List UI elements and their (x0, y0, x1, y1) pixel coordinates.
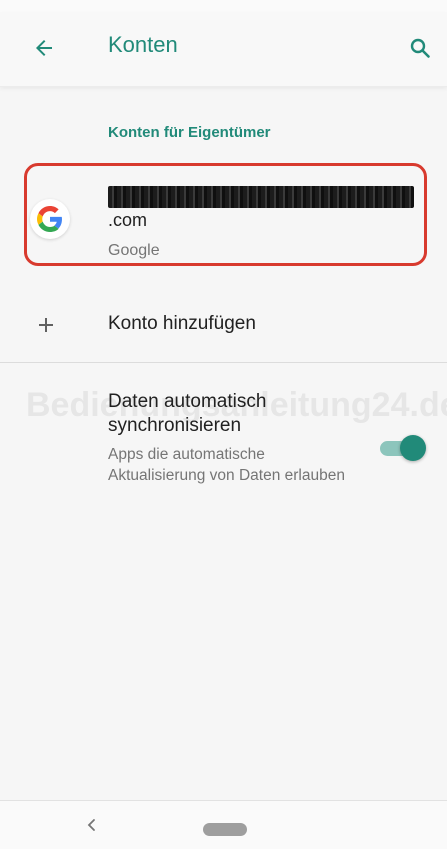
auto-sync-summary: Apps die automatische Aktualisierung von… (108, 446, 345, 484)
google-logo-icon (30, 199, 70, 239)
add-account-button[interactable]: Konto hinzufügen (0, 293, 447, 357)
section-header: Konten für Eigentümer (108, 124, 271, 141)
arrow-left-icon (36, 40, 52, 56)
back-button[interactable] (22, 28, 66, 68)
add-account-label: Konto hinzufügen (108, 313, 256, 334)
toggle-thumb (400, 435, 426, 461)
nav-home-pill[interactable] (203, 823, 247, 836)
status-bar (0, 0, 447, 12)
page-title: Konten (108, 32, 178, 57)
chevron-left-icon (87, 819, 95, 831)
divider (0, 362, 447, 363)
search-button[interactable] (398, 28, 442, 68)
nav-back-button[interactable] (80, 813, 104, 837)
auto-sync-toggle[interactable] (378, 434, 428, 462)
redacted-account-name (108, 186, 414, 208)
search-icon (410, 38, 430, 58)
account-type: Google (108, 242, 160, 259)
system-navigation-bar (0, 801, 447, 849)
app-bar: Konten (0, 12, 447, 87)
plus-icon (39, 318, 53, 332)
account-email: .com (108, 210, 148, 230)
auto-sync-title: Daten automatisch synchronisieren (108, 391, 267, 436)
google-account-item[interactable] (24, 163, 427, 266)
